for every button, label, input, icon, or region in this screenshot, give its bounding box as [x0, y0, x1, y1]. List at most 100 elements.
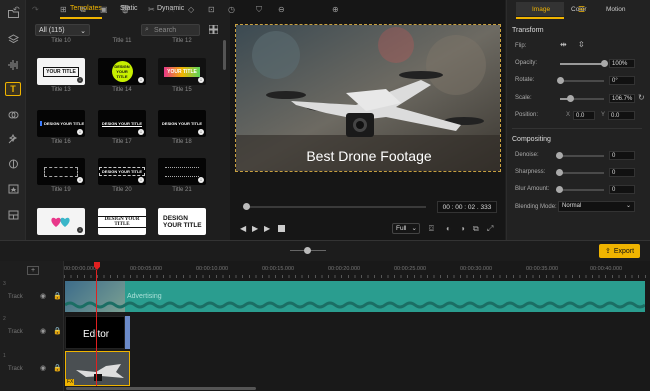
- grid-view-icon[interactable]: [208, 24, 219, 35]
- split-screen-icon[interactable]: [5, 208, 21, 222]
- rotate-slider[interactable]: [557, 77, 604, 84]
- prev-frame-icon[interactable]: ◀: [240, 224, 246, 233]
- template-thumb-17[interactable]: DESIGN YOUR TITLE ↓: [98, 110, 146, 137]
- search-input[interactable]: ⌕ Search: [141, 24, 200, 36]
- timeline-zoom-knob[interactable]: [304, 247, 311, 254]
- sharpness-value[interactable]: 0: [609, 168, 635, 177]
- download-icon[interactable]: ↓: [198, 129, 204, 135]
- crop-icon[interactable]: ⧉: [473, 224, 479, 234]
- download-icon[interactable]: ↓: [138, 77, 144, 83]
- reset-icon[interactable]: ↻: [638, 93, 645, 102]
- flip-horizontal-icon[interactable]: ⇹: [560, 40, 567, 49]
- template-thumb-23[interactable]: DESIGN YOUR TITLE: [98, 208, 146, 235]
- eye-icon[interactable]: ◉: [40, 292, 46, 300]
- ruler-tick: 00:00:00.000: [64, 266, 97, 272]
- download-icon[interactable]: ↓: [77, 177, 83, 183]
- eye-icon[interactable]: ◉: [40, 364, 46, 372]
- stop-icon[interactable]: [278, 225, 285, 232]
- template-thumb-14[interactable]: DESIGN YOUR TITLE ↓: [98, 58, 146, 85]
- download-icon[interactable]: ↓: [198, 77, 204, 83]
- keyframe-icon[interactable]: ◇: [188, 6, 194, 14]
- paste-icon[interactable]: ▣: [100, 6, 108, 14]
- zoom-out-icon[interactable]: ⊖: [278, 6, 285, 14]
- text-icon[interactable]: T: [5, 82, 21, 96]
- flip-label: Flip:: [515, 43, 527, 49]
- scale-slider[interactable]: [560, 95, 604, 102]
- blur-value[interactable]: 0: [609, 185, 635, 194]
- template-thumb-22[interactable]: ↓: [37, 208, 85, 235]
- volume-icon[interactable]: ◐: [446, 224, 451, 233]
- template-thumb-20[interactable]: DESIGN YOUR TITLE ↓: [98, 158, 146, 185]
- marker-icon[interactable]: ⛉: [256, 6, 262, 14]
- heart-icon: [51, 217, 70, 227]
- opacity-slider[interactable]: [560, 60, 608, 67]
- copy-icon[interactable]: ⧉: [80, 6, 86, 14]
- effects-icon[interactable]: [5, 132, 21, 146]
- crop-tool-icon[interactable]: ⊡: [208, 6, 215, 14]
- scale-value[interactable]: 106.7%: [609, 94, 635, 103]
- play-icon[interactable]: ▶: [252, 224, 258, 233]
- download-icon[interactable]: ↓: [77, 129, 83, 135]
- template-thumb-15[interactable]: YOUR TITLE ↓: [158, 58, 206, 85]
- tab-motion[interactable]: Motion: [606, 6, 626, 13]
- download-icon[interactable]: ↓: [198, 177, 204, 183]
- category-filter-select[interactable]: All (115) ⌄: [35, 24, 90, 36]
- template-thumb-21[interactable]: ↓: [158, 158, 206, 185]
- template-thumb-24[interactable]: DESIGN YOUR TITLE: [158, 208, 206, 235]
- sharpness-slider[interactable]: [556, 169, 604, 176]
- template-thumb-16[interactable]: DESIGN YOUR TITLE ↓: [37, 110, 85, 137]
- undo-icon[interactable]: ↶: [13, 6, 20, 14]
- blur-slider[interactable]: [556, 186, 604, 193]
- snapshot-icon[interactable]: ⌼: [429, 224, 434, 234]
- fullscreen-icon[interactable]: ⤢: [487, 224, 493, 234]
- template-thumb-13[interactable]: YOUR TITLE ↓: [37, 58, 85, 85]
- preview-progress-bar[interactable]: [246, 206, 426, 208]
- zoom-select[interactable]: Full ⌄: [392, 223, 420, 234]
- split-icon[interactable]: ⤫: [168, 6, 174, 14]
- denoise-value[interactable]: 0: [609, 151, 635, 160]
- download-icon[interactable]: ↓: [138, 177, 144, 183]
- template-thumb-19[interactable]: ↓: [37, 158, 85, 185]
- timeline-scrollbar[interactable]: [66, 387, 256, 390]
- download-icon[interactable]: ↓: [138, 129, 144, 135]
- cut-icon[interactable]: ✂: [148, 6, 155, 14]
- position-x-input[interactable]: 0.0: [573, 111, 595, 120]
- sticker-icon[interactable]: [5, 182, 21, 196]
- layers-icon[interactable]: [5, 32, 21, 46]
- settings-sliders-icon[interactable]: ☰: [578, 6, 585, 14]
- add-track-button[interactable]: +: [27, 266, 39, 275]
- video-overlay-text[interactable]: Best Drone Footage: [236, 148, 500, 164]
- clip-trim-handle[interactable]: [125, 316, 130, 349]
- rotate-value[interactable]: 0°: [609, 76, 635, 85]
- tab-image[interactable]: Image: [532, 6, 550, 13]
- opacity-value[interactable]: 100%: [609, 59, 635, 68]
- denoise-slider[interactable]: [556, 152, 604, 159]
- text-clip[interactable]: Editor: [65, 316, 125, 349]
- blending-mode-select[interactable]: Normal ⌄: [558, 201, 635, 212]
- next-frame-icon[interactable]: ▶: [264, 224, 270, 233]
- add-media-icon[interactable]: ⊞: [60, 6, 67, 14]
- delete-icon[interactable]: 🗑: [120, 6, 130, 14]
- transition-icon[interactable]: [5, 108, 21, 122]
- audio-toggle-icon[interactable]: ◑: [460, 224, 465, 233]
- filter-icon[interactable]: [5, 157, 21, 171]
- export-button[interactable]: ⇪ Export: [599, 244, 640, 258]
- download-icon[interactable]: ↓: [77, 77, 83, 83]
- video-preview[interactable]: Best Drone Footage: [235, 24, 501, 172]
- template-scrollbar[interactable]: [223, 40, 226, 70]
- playhead-knob[interactable]: [243, 203, 250, 210]
- lock-icon[interactable]: 🔒: [53, 327, 62, 335]
- lock-icon[interactable]: 🔒: [53, 292, 62, 300]
- flip-vertical-icon[interactable]: ⇳: [578, 40, 585, 49]
- redo-icon[interactable]: ↷: [32, 6, 39, 14]
- lock-icon[interactable]: 🔒: [53, 364, 62, 372]
- download-icon[interactable]: ↓: [77, 227, 83, 233]
- position-y-input[interactable]: 0.0: [608, 111, 635, 120]
- video-clip[interactable]: FX: [65, 351, 130, 386]
- audio-icon[interactable]: [5, 58, 21, 72]
- speed-icon[interactable]: ◷: [228, 6, 235, 14]
- zoom-in-icon[interactable]: ⊕: [332, 6, 339, 14]
- eye-icon[interactable]: ◉: [40, 327, 46, 335]
- template-thumb-18[interactable]: DESIGN YOUR TITLE ↓: [158, 110, 206, 137]
- audio-clip[interactable]: Advertising: [65, 281, 645, 312]
